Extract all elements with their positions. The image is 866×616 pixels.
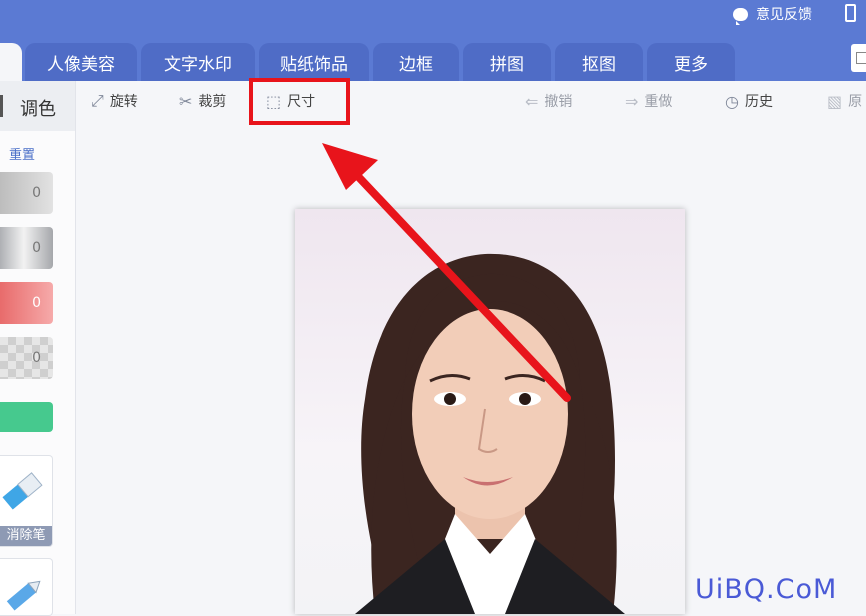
transparency-slider[interactable]: 0 (0, 337, 53, 379)
reset-link[interactable]: 重置 (9, 144, 35, 163)
tab-cutout[interactable]: 抠图 (555, 43, 643, 81)
pen-tool[interactable] (0, 558, 53, 616)
portrait-photo[interactable] (295, 209, 685, 614)
eraser-label: 消除笔 (0, 526, 52, 546)
highlight-box (249, 78, 350, 125)
tab-active-edit[interactable] (0, 43, 22, 81)
original-button[interactable]: ▧ 原 (827, 91, 862, 111)
edit-toolbar: ⤢ 旋转 ✂ 裁剪 ⬚ 尺寸 ⇐ 撤销 ⇒ 重做 ◷ 历史 ▧ 原 (75, 81, 866, 121)
tab-text-watermark[interactable]: 文字水印 (141, 43, 255, 81)
apply-button[interactable] (0, 402, 53, 432)
image-icon: ▧ (827, 91, 843, 111)
site-watermark: UiBQ.CoM (695, 574, 838, 605)
redo-button[interactable]: ⇒ 重做 (625, 91, 672, 111)
tab-border[interactable]: 边框 (373, 43, 459, 81)
portrait-illustration (355, 253, 625, 614)
feedback-button[interactable]: 意见反馈 (733, 5, 812, 25)
eraser-icon (2, 472, 43, 510)
pen-icon (6, 580, 41, 611)
contrast-slider[interactable]: 0 (0, 227, 53, 269)
rotate-icon: ⤢ (91, 91, 104, 110)
color-adjust-title: 调色 (20, 99, 56, 120)
mobile-icon[interactable] (845, 4, 856, 22)
tab-portrait-beauty[interactable]: 人像美容 (25, 43, 137, 81)
saturation-slider[interactable]: 0 (0, 282, 53, 324)
eraser-tool[interactable]: 消除笔 (0, 455, 53, 547)
feedback-label: 意见反馈 (756, 7, 812, 23)
history-button[interactable]: ◷ 历史 (725, 91, 773, 111)
tab-collage[interactable]: 拼图 (463, 43, 551, 81)
chat-bubble-icon (733, 7, 748, 25)
tab-more[interactable]: 更多 (647, 43, 735, 81)
undo-button[interactable]: ⇐ 撤销 (525, 91, 572, 111)
window-button[interactable] (851, 44, 866, 72)
crop-button[interactable]: ✂ 裁剪 (179, 91, 226, 111)
main-tab-bar: 人像美容 文字水印 贴纸饰品 边框 拼图 抠图 更多 (0, 43, 866, 81)
brightness-slider[interactable]: 0 (0, 172, 53, 214)
color-adjust-header[interactable]: 调色 (0, 81, 75, 131)
rotate-button[interactable]: ⤢ 旋转 (91, 91, 138, 111)
clock-icon: ◷ (725, 91, 739, 111)
undo-arrow-icon: ⇐ (525, 91, 539, 111)
scissors-icon: ✂ (179, 91, 193, 111)
tab-stickers[interactable]: 贴纸饰品 (259, 43, 369, 81)
redo-arrow-icon: ⇒ (625, 91, 639, 111)
